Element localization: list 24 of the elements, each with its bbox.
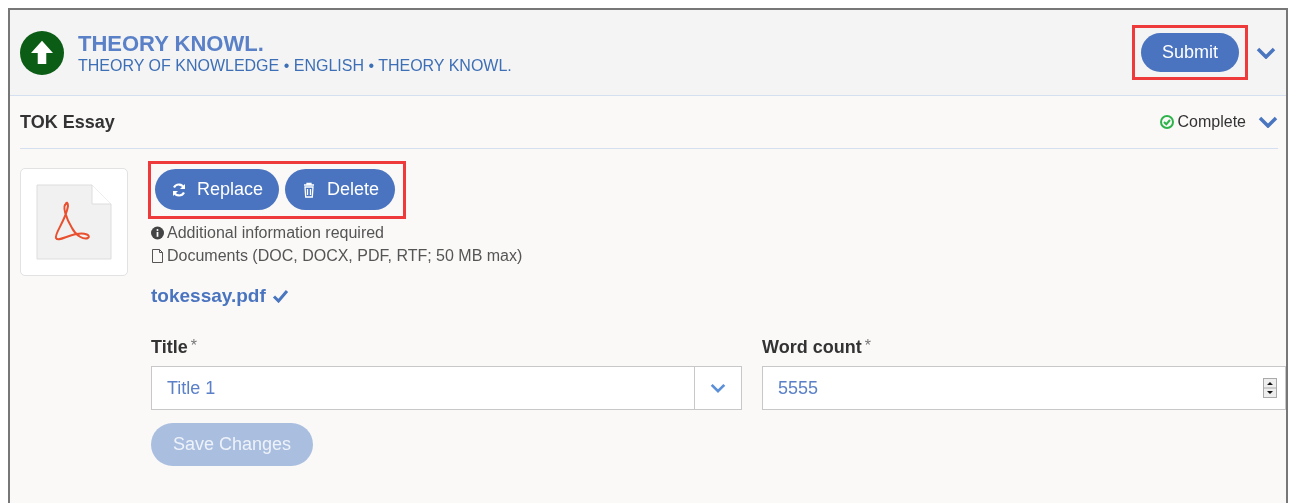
note-text: Additional information required — [167, 223, 384, 242]
delete-button[interactable]: Delete — [285, 169, 396, 210]
file-link[interactable]: tokessay.pdf — [151, 285, 266, 307]
field-label: Title — [151, 337, 188, 358]
status-label: Complete — [1177, 113, 1246, 131]
course-title: THEORY KNOWL. — [78, 30, 265, 57]
course-subtitle: THEORY OF KNOWLEDGE • ENGLISH • THEORY KNOWL. — [78, 56, 512, 75]
chevron-down-icon — [709, 382, 727, 394]
refresh-icon — [171, 181, 187, 198]
spinner-arrows-icon[interactable] — [1263, 378, 1277, 398]
document-icon — [151, 248, 164, 263]
chevron-down-icon[interactable] — [1258, 116, 1278, 128]
note-text: Documents (DOC, DOCX, PDF, RTF; 50 MB max) — [167, 246, 523, 265]
word-count-field[interactable]: 5555 — [762, 366, 1286, 410]
required-mark: * — [190, 337, 197, 356]
replace-button[interactable]: Replace — [155, 169, 280, 210]
submit-button[interactable]: Submit — [1140, 33, 1239, 72]
required-mark: * — [864, 337, 871, 356]
section-title: TOK Essay — [20, 111, 115, 133]
pdf-file-icon — [36, 184, 112, 260]
info-icon — [151, 225, 164, 240]
chevron-down-icon[interactable] — [1256, 46, 1276, 59]
title-dropdown[interactable]: Title 1 — [151, 366, 742, 410]
field-label: Word count — [762, 337, 862, 358]
